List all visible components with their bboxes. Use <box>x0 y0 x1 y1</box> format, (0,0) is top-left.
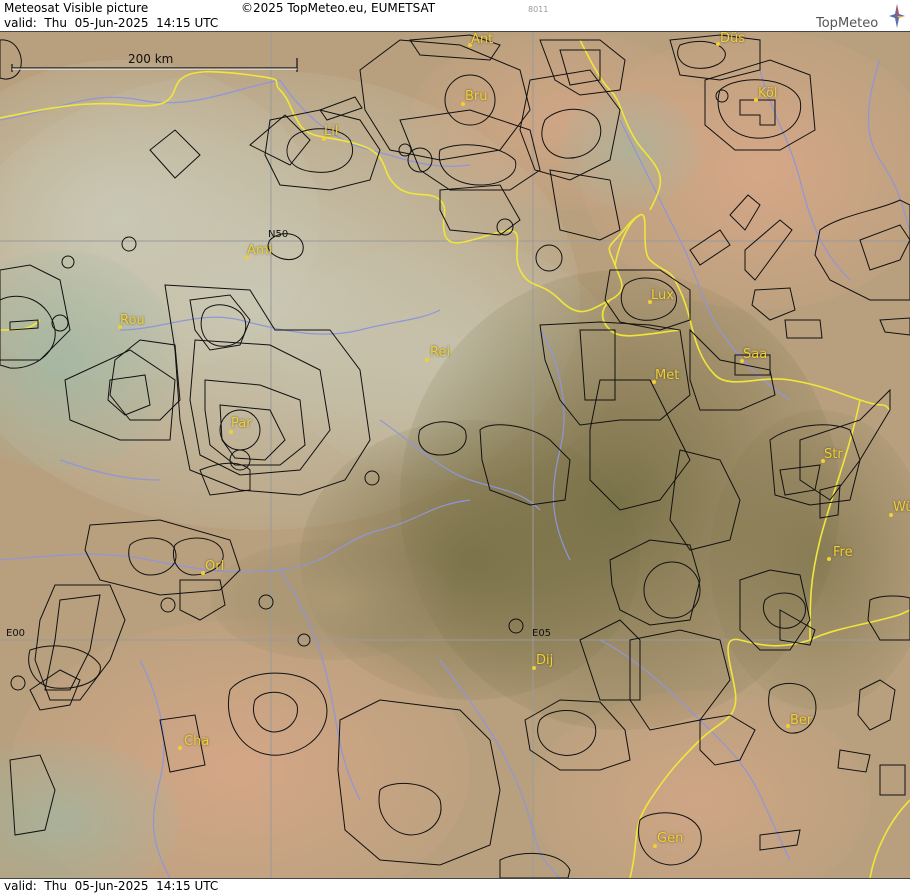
city-label-cha: Cha <box>184 734 210 749</box>
city-label-kol: Köl <box>758 86 778 101</box>
city-label-saa: Saa <box>743 347 768 362</box>
city-label-rei: Rei <box>430 345 451 360</box>
city-label-lux: Lux <box>651 288 674 303</box>
product-code: 8011 <box>528 5 549 14</box>
city-label-gen: Gen <box>657 831 684 846</box>
city-label-fre: Fre <box>833 545 853 560</box>
map-title: Meteosat Visible picture <box>4 1 149 15</box>
city-label-met: Met <box>655 368 680 383</box>
city-label-ami: Ami <box>247 243 273 258</box>
satellite-imagery <box>0 30 910 893</box>
city-label-dus: Düs <box>720 31 746 46</box>
city-label-lil: Lil <box>324 124 339 139</box>
satellite-map[interactable] <box>0 0 910 893</box>
footer-bar: valid: Thu 05-Jun-2025 14:15 UTC <box>0 878 910 893</box>
city-label-ant: Ant <box>471 32 494 47</box>
city-label-rou: Rou <box>120 313 145 328</box>
scale-label: 200 km <box>128 52 174 66</box>
grid-label-e05: E05 <box>532 628 552 639</box>
valid-time-top: valid: Thu 05-Jun-2025 14:15 UTC <box>4 16 219 30</box>
city-label-wur: Wü <box>893 500 910 515</box>
city-label-ber: Ber <box>790 713 813 728</box>
city-label-bru: Bru <box>465 89 488 104</box>
city-label-str: Str <box>824 447 843 462</box>
copyright-text: ©2025 TopMeteo.eu, EUMETSAT <box>241 1 436 15</box>
brand-logo-text[interactable]: TopMeteo <box>816 16 878 31</box>
city-label-orl: Orl <box>205 559 225 574</box>
valid-time-bottom: valid: Thu 05-Jun-2025 14:15 UTC <box>4 879 219 893</box>
city-label-dij: Dij <box>536 653 554 668</box>
compass-star-icon <box>889 4 905 28</box>
city-label-par: Par <box>231 416 252 431</box>
grid-label-n50: N50 <box>268 229 289 240</box>
grid-label-e00: E00 <box>6 628 26 639</box>
header-bar: Meteosat Visible picture valid: Thu 05-J… <box>0 0 910 32</box>
